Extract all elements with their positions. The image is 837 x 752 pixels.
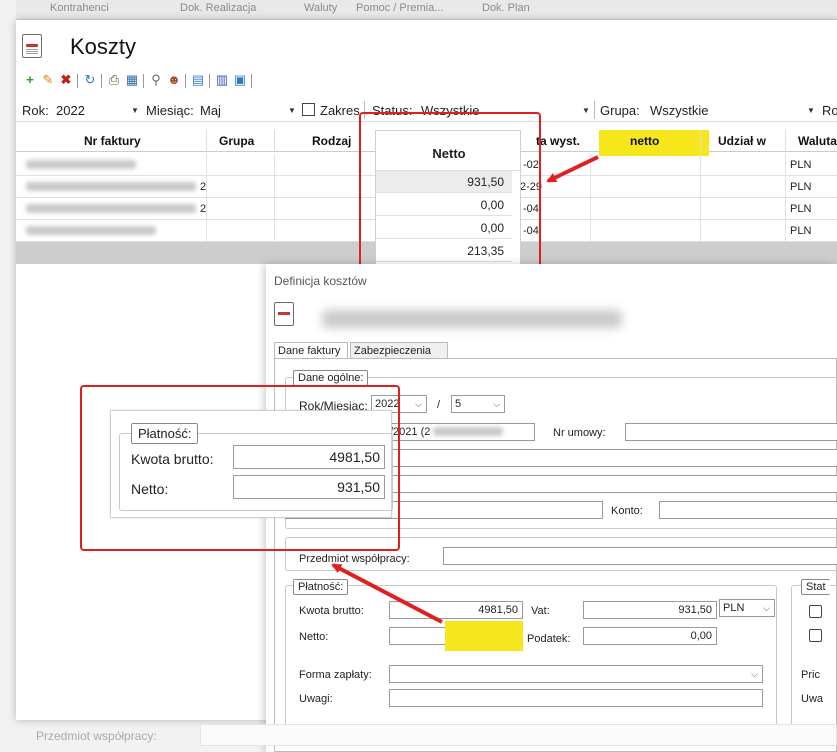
bg-przedmiot-label: Przedmiot współpracy: — [36, 729, 157, 743]
arrow-netto — [546, 155, 599, 183]
bg-przedmiot-field — [200, 724, 837, 746]
arrow-platnosc — [331, 563, 443, 624]
annotation-arrows — [331, 155, 599, 624]
